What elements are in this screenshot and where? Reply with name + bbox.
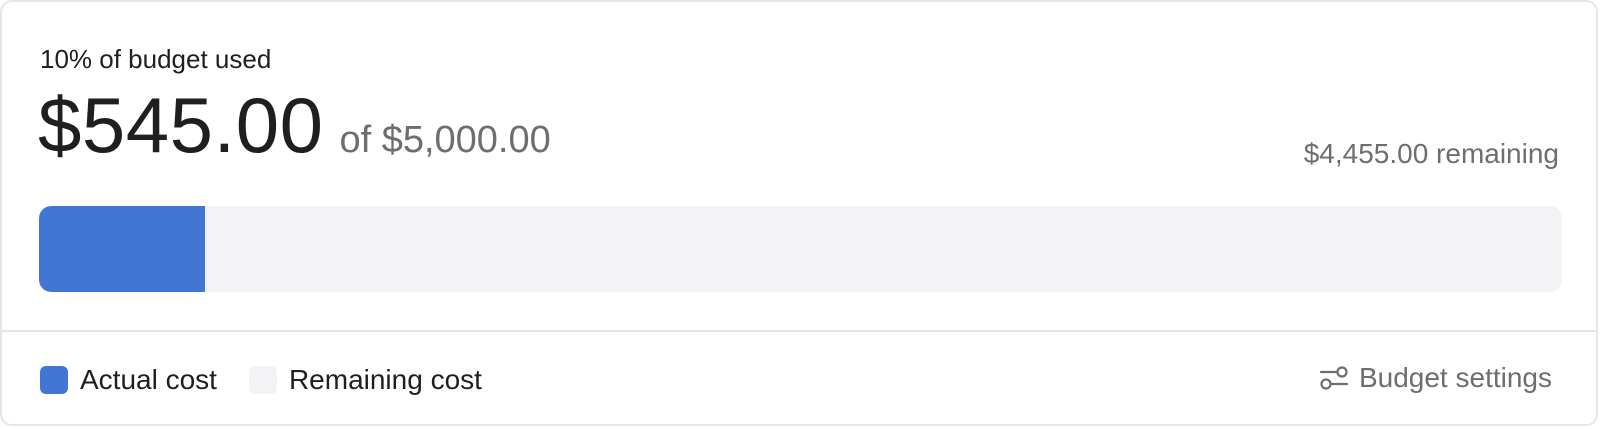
card-footer: Actual cost Remaining cost Budget settin… bbox=[2, 332, 1596, 424]
budget-settings-button[interactable]: Budget settings bbox=[1319, 364, 1552, 392]
legend-label-remaining: Remaining cost bbox=[288, 364, 482, 395]
budget-summary: 10% of budget used $545.00 of $5,000.00 … bbox=[2, 2, 1596, 330]
actual-cost-swatch bbox=[40, 366, 68, 394]
remaining-cost-swatch bbox=[248, 366, 277, 394]
budget-total: of $5,000.00 bbox=[339, 119, 551, 161]
budget-progress-fill bbox=[39, 206, 205, 292]
sliders-icon bbox=[1319, 366, 1349, 390]
remaining-amount: $4,455.00 remaining bbox=[1303, 138, 1559, 169]
usage-label: 10% of budget used bbox=[40, 44, 272, 74]
budget-card: 10% of budget used $545.00 of $5,000.00 … bbox=[0, 0, 1598, 426]
legend: Actual cost Remaining cost bbox=[40, 366, 514, 394]
budget-settings-label: Budget settings bbox=[1358, 362, 1552, 393]
legend-item-remaining: Remaining cost bbox=[248, 364, 482, 395]
spent-amount: $545.00 bbox=[38, 81, 324, 169]
amount-row: $545.00 of $5,000.00 bbox=[38, 86, 551, 164]
legend-item-actual: Actual cost bbox=[40, 366, 217, 394]
budget-progress-bar bbox=[39, 206, 1562, 292]
legend-label-actual: Actual cost bbox=[80, 364, 217, 395]
